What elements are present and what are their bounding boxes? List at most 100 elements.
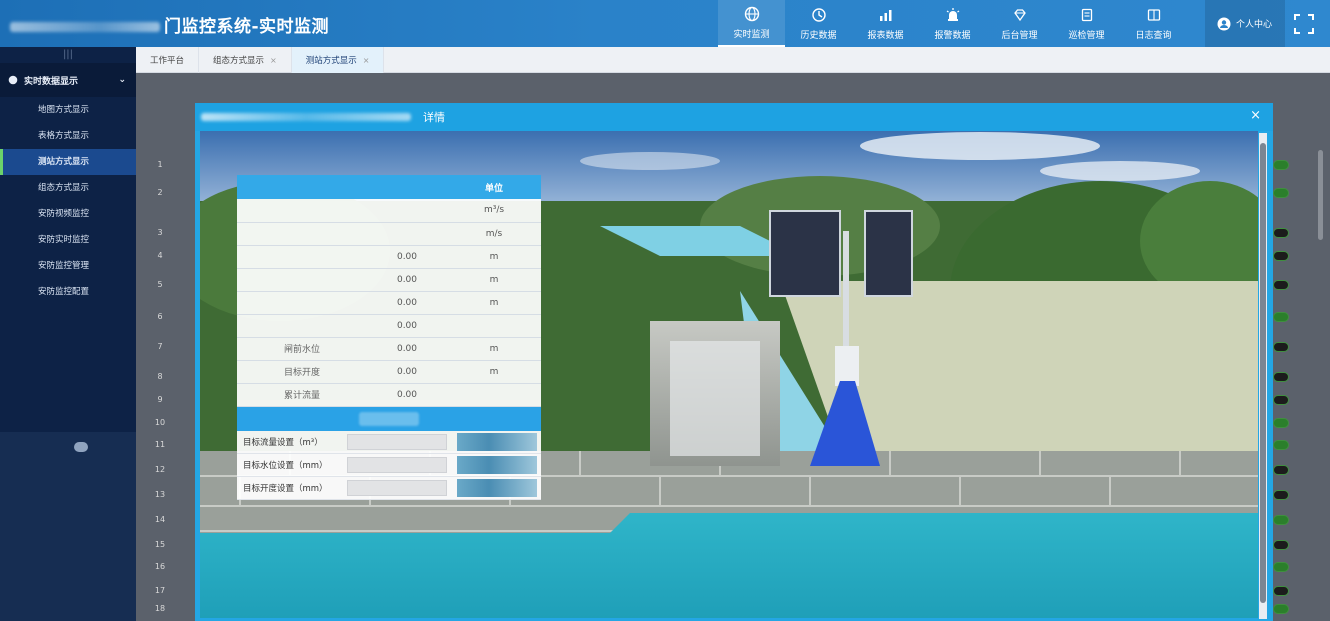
sidebar-item-scada[interactable]: 组态方式显示 <box>0 175 136 201</box>
status-toggle[interactable] <box>1273 418 1289 428</box>
tab-label: 测站方式显示 <box>305 56 357 66</box>
setting-input[interactable] <box>347 433 447 450</box>
table-row: 0.00 m <box>237 245 541 269</box>
cell-value <box>367 199 447 223</box>
setting-row: 目标水位设置（mm） <box>237 453 541 477</box>
manual-control-button[interactable] <box>359 411 419 426</box>
table-row-number: 6 <box>157 312 163 321</box>
tab-scada-view[interactable]: 组态方式显示 × <box>199 47 292 73</box>
status-toggle[interactable] <box>1273 228 1289 238</box>
setting-apply-button[interactable] <box>457 455 537 474</box>
globe-icon <box>8 75 18 85</box>
cell-unit: m <box>447 268 541 292</box>
nav-report-label: 报表数据 <box>867 30 904 41</box>
nav-alarm[interactable]: 报警数据 <box>919 0 986 47</box>
setting-apply-button[interactable] <box>457 478 537 497</box>
status-toggle[interactable] <box>1273 251 1289 261</box>
setting-apply-button[interactable] <box>457 432 537 451</box>
cell-name: 闸前水位 <box>237 337 367 361</box>
status-toggle[interactable] <box>1273 280 1289 290</box>
sidebar-item-security-config[interactable]: 安防监控配置 <box>0 279 136 305</box>
close-icon[interactable]: × <box>270 56 277 65</box>
user-center-button[interactable]: 个人中心 <box>1205 0 1285 47</box>
nav-realtime-label: 实时监测 <box>733 29 770 40</box>
table-row-number: 2 <box>157 188 163 197</box>
fullscreen-icon[interactable] <box>1292 12 1316 36</box>
nav-report[interactable]: 报表数据 <box>852 0 919 47</box>
tab-workbench[interactable]: 工作平台 <box>136 47 200 73</box>
cell-name: 累计流量 <box>237 383 367 407</box>
setting-row: 目标开度设置（mm） <box>237 476 541 500</box>
cell-name <box>237 291 367 315</box>
sidebar-item-table[interactable]: 表格方式显示 <box>0 123 136 149</box>
cell-value: 0.00 <box>367 291 447 315</box>
cell-value: 0.00 <box>367 360 447 384</box>
manual-control-bar <box>237 406 541 431</box>
nav-alarm-label: 报警数据 <box>934 30 971 41</box>
table-row-number: 13 <box>154 490 166 499</box>
status-toggle[interactable] <box>1273 540 1289 550</box>
setting-input[interactable] <box>347 456 447 473</box>
status-toggle[interactable] <box>1273 465 1289 475</box>
cell-value: 0.00 <box>367 383 447 407</box>
cell-unit: m <box>447 337 541 361</box>
nav-log-label: 日志查询 <box>1135 30 1172 41</box>
sidebar-item-security-manage[interactable]: 安防监控管理 <box>0 253 136 279</box>
modal-scrollbar-thumb[interactable] <box>1260 143 1266 603</box>
solar-panel <box>864 210 913 297</box>
status-toggle[interactable] <box>1273 395 1289 405</box>
table-row: m/s <box>237 222 541 246</box>
table-row-number: 16 <box>154 562 166 571</box>
tab-label: 组态方式显示 <box>213 56 265 66</box>
tab-station-view[interactable]: 测站方式显示 × <box>291 47 385 73</box>
nav-realtime[interactable]: 实时监测 <box>718 0 785 47</box>
cell-unit: m <box>447 360 541 384</box>
blurred-title-prefix <box>10 22 160 32</box>
status-toggle[interactable] <box>1273 562 1289 572</box>
modal-close-button[interactable]: × <box>1250 108 1261 123</box>
status-toggle[interactable] <box>1273 586 1289 596</box>
status-toggle[interactable] <box>1273 515 1289 525</box>
clipboard-icon <box>1081 8 1092 21</box>
sidebar-item-station[interactable]: 测站方式显示 <box>0 149 136 175</box>
table-row-number: 14 <box>154 515 166 524</box>
status-toggle[interactable] <box>1273 604 1289 614</box>
table-row: 累计流量 0.00 <box>237 383 541 407</box>
nav-history-label: 历史数据 <box>800 30 837 41</box>
table-row: m³/s <box>237 199 541 223</box>
cell-unit: m <box>447 291 541 315</box>
setting-label: 目标开度设置（mm） <box>243 483 328 494</box>
sensor-box <box>835 346 859 386</box>
sidebar-item-map[interactable]: 地图方式显示 <box>0 97 136 123</box>
cell-unit: m/s <box>447 222 541 246</box>
nav-admin[interactable]: 后台管理 <box>986 0 1053 47</box>
tab-label: 工作平台 <box>150 56 185 66</box>
sidebar-collapse-handle[interactable]: ||| <box>0 47 136 63</box>
close-icon[interactable]: × <box>363 56 370 65</box>
setting-input[interactable] <box>347 479 447 496</box>
status-toggle[interactable] <box>1273 188 1289 198</box>
sidebar: ||| 实时数据显示 ⌄ 地图方式显示 表格方式显示 测站方式显示 组态方式显示… <box>0 47 136 621</box>
table-row-number: 3 <box>157 228 163 237</box>
cell-name <box>237 222 367 246</box>
nav-inspection-label: 巡检管理 <box>1068 30 1105 41</box>
nav-history[interactable]: 历史数据 <box>785 0 852 47</box>
cell-name <box>237 314 367 338</box>
status-toggle[interactable] <box>1273 490 1289 500</box>
sidebar-group-realtime[interactable]: 实时数据显示 ⌄ <box>0 63 136 97</box>
status-toggle[interactable] <box>1273 372 1289 382</box>
status-toggle[interactable] <box>1273 440 1289 450</box>
column-header-value <box>367 175 447 199</box>
sidebar-item-video[interactable]: 安防视频监控 <box>0 201 136 227</box>
sidebar-lower-panel <box>0 432 136 621</box>
nav-log[interactable]: 日志查询 <box>1120 0 1187 47</box>
modal-title: 详情 <box>423 111 445 124</box>
table-row-number: 15 <box>154 540 166 549</box>
nav-inspection[interactable]: 巡检管理 <box>1053 0 1120 47</box>
status-toggle[interactable] <box>1273 160 1289 170</box>
sidebar-item-security-live[interactable]: 安防实时监控 <box>0 227 136 253</box>
status-toggle[interactable] <box>1273 342 1289 352</box>
table-row-number: 9 <box>157 395 163 404</box>
status-toggle[interactable] <box>1273 312 1289 322</box>
main-scrollbar[interactable] <box>1318 150 1323 240</box>
